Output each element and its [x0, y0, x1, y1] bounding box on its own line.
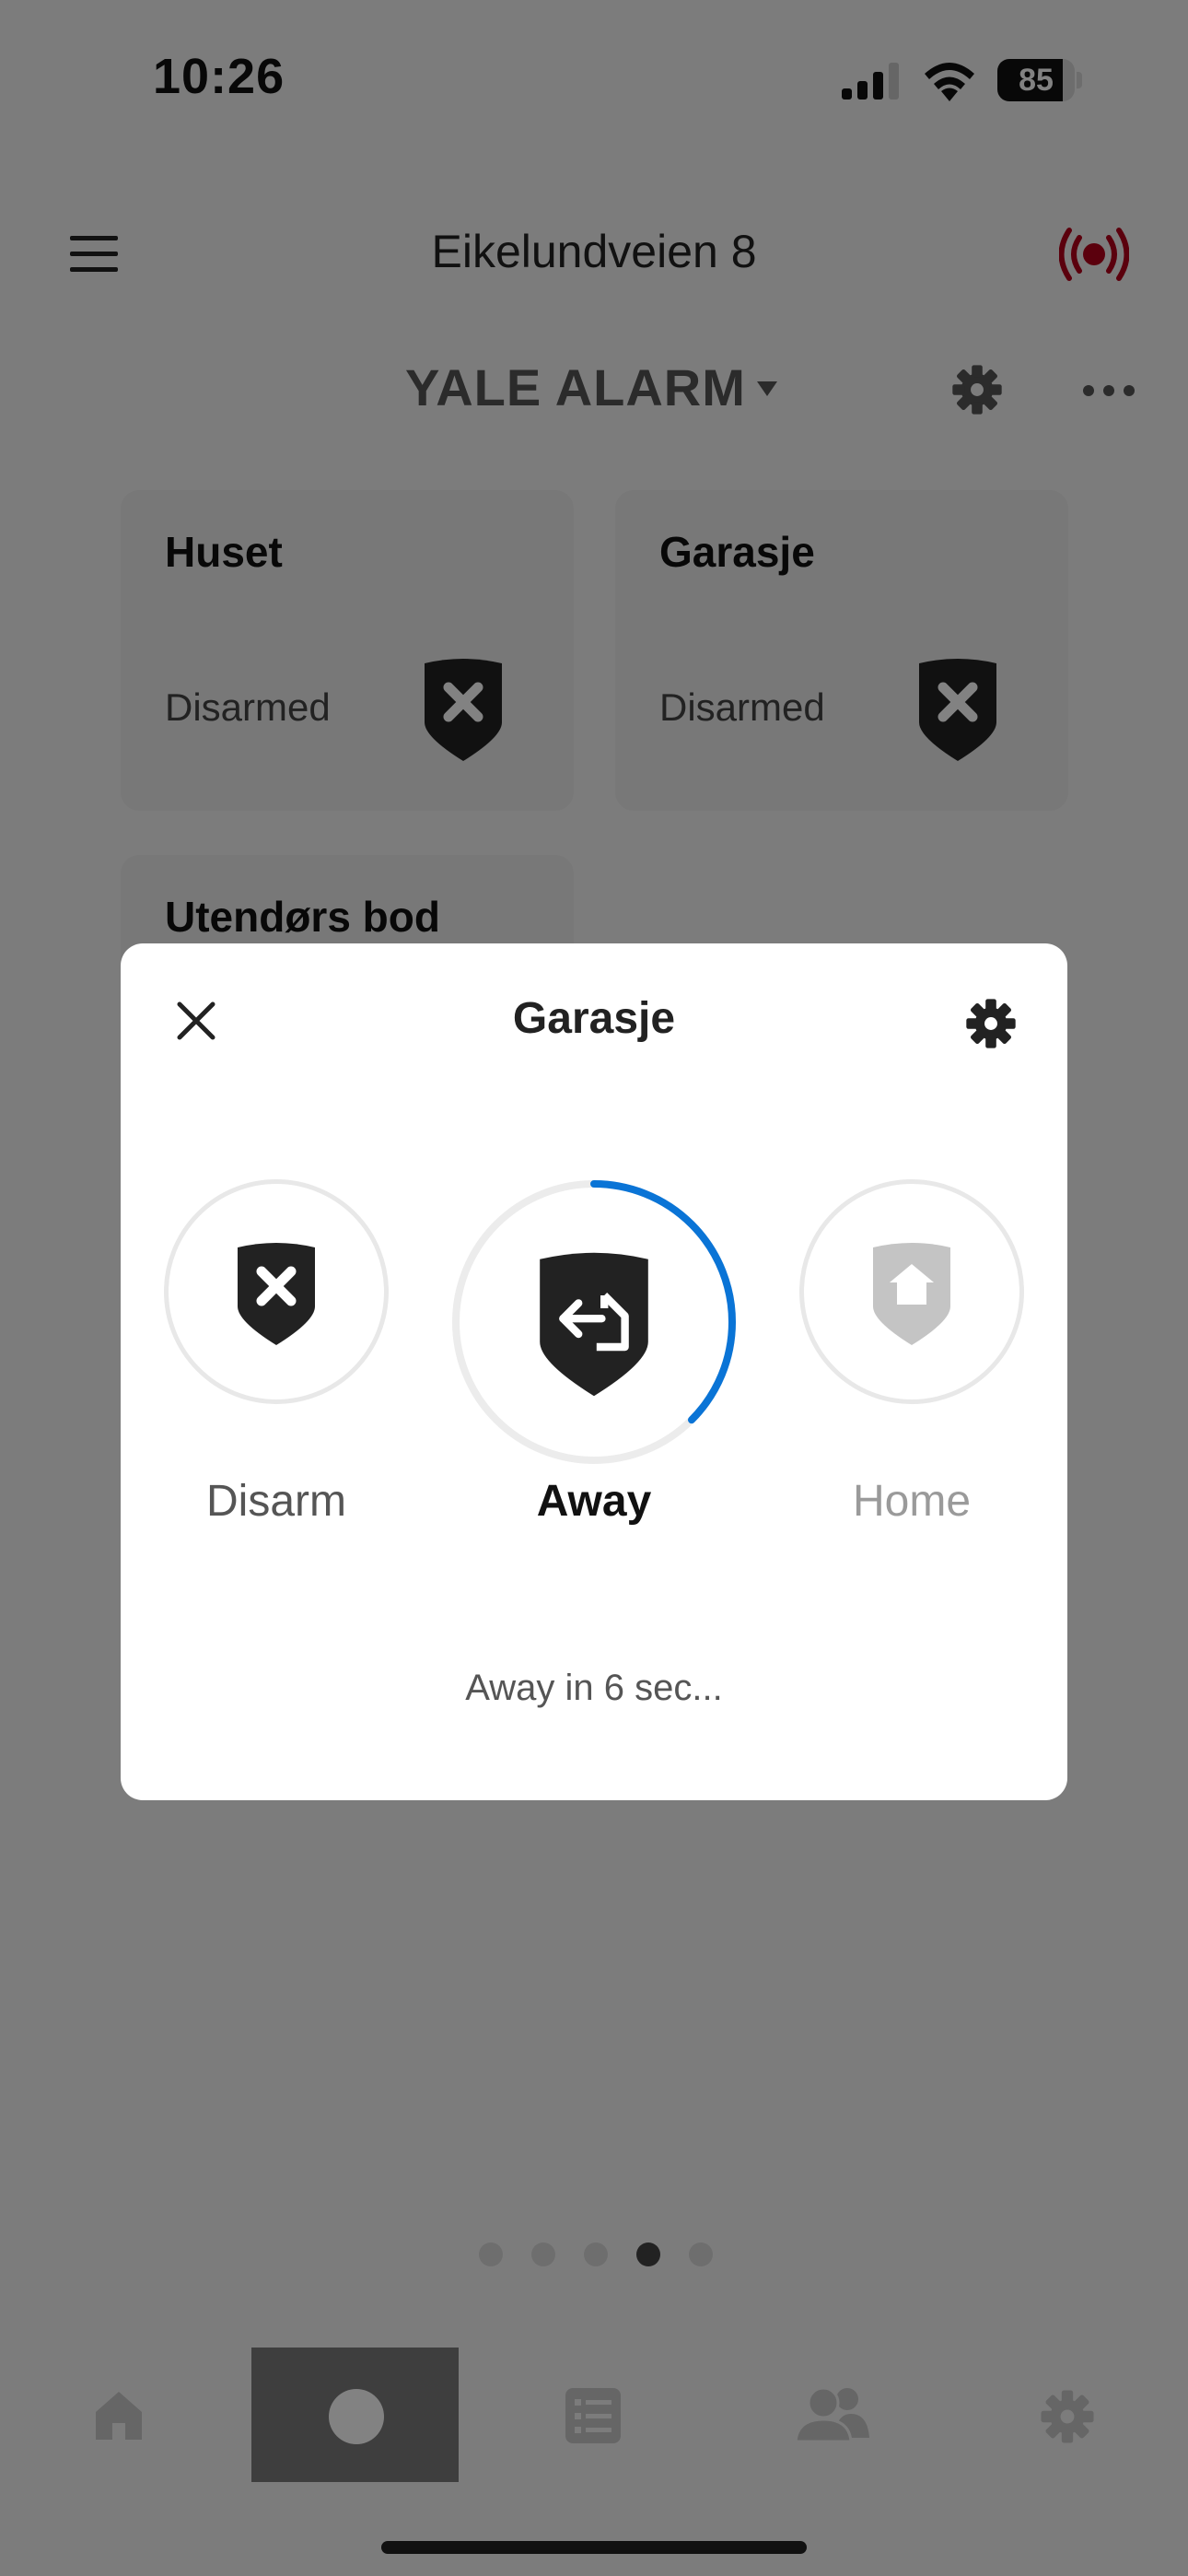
shield-away-icon — [540, 1252, 648, 1397]
modal-title: Garasje — [512, 994, 676, 1043]
shield-x-icon — [238, 1243, 315, 1345]
mode-label-disarm: Disarm — [206, 1477, 346, 1526]
home-indicator[interactable] — [381, 2541, 807, 2554]
countdown-text: Away in 6 sec... — [465, 1668, 723, 1708]
mode-label-home: Home — [852, 1477, 972, 1526]
shield-home-icon — [873, 1243, 950, 1345]
area-settings-icon[interactable] — [964, 997, 1018, 1050]
mode-label-away: Away — [536, 1477, 652, 1526]
arming-modal: Garasje Disarm Away Home Away in 6 sec..… — [121, 943, 1067, 1800]
